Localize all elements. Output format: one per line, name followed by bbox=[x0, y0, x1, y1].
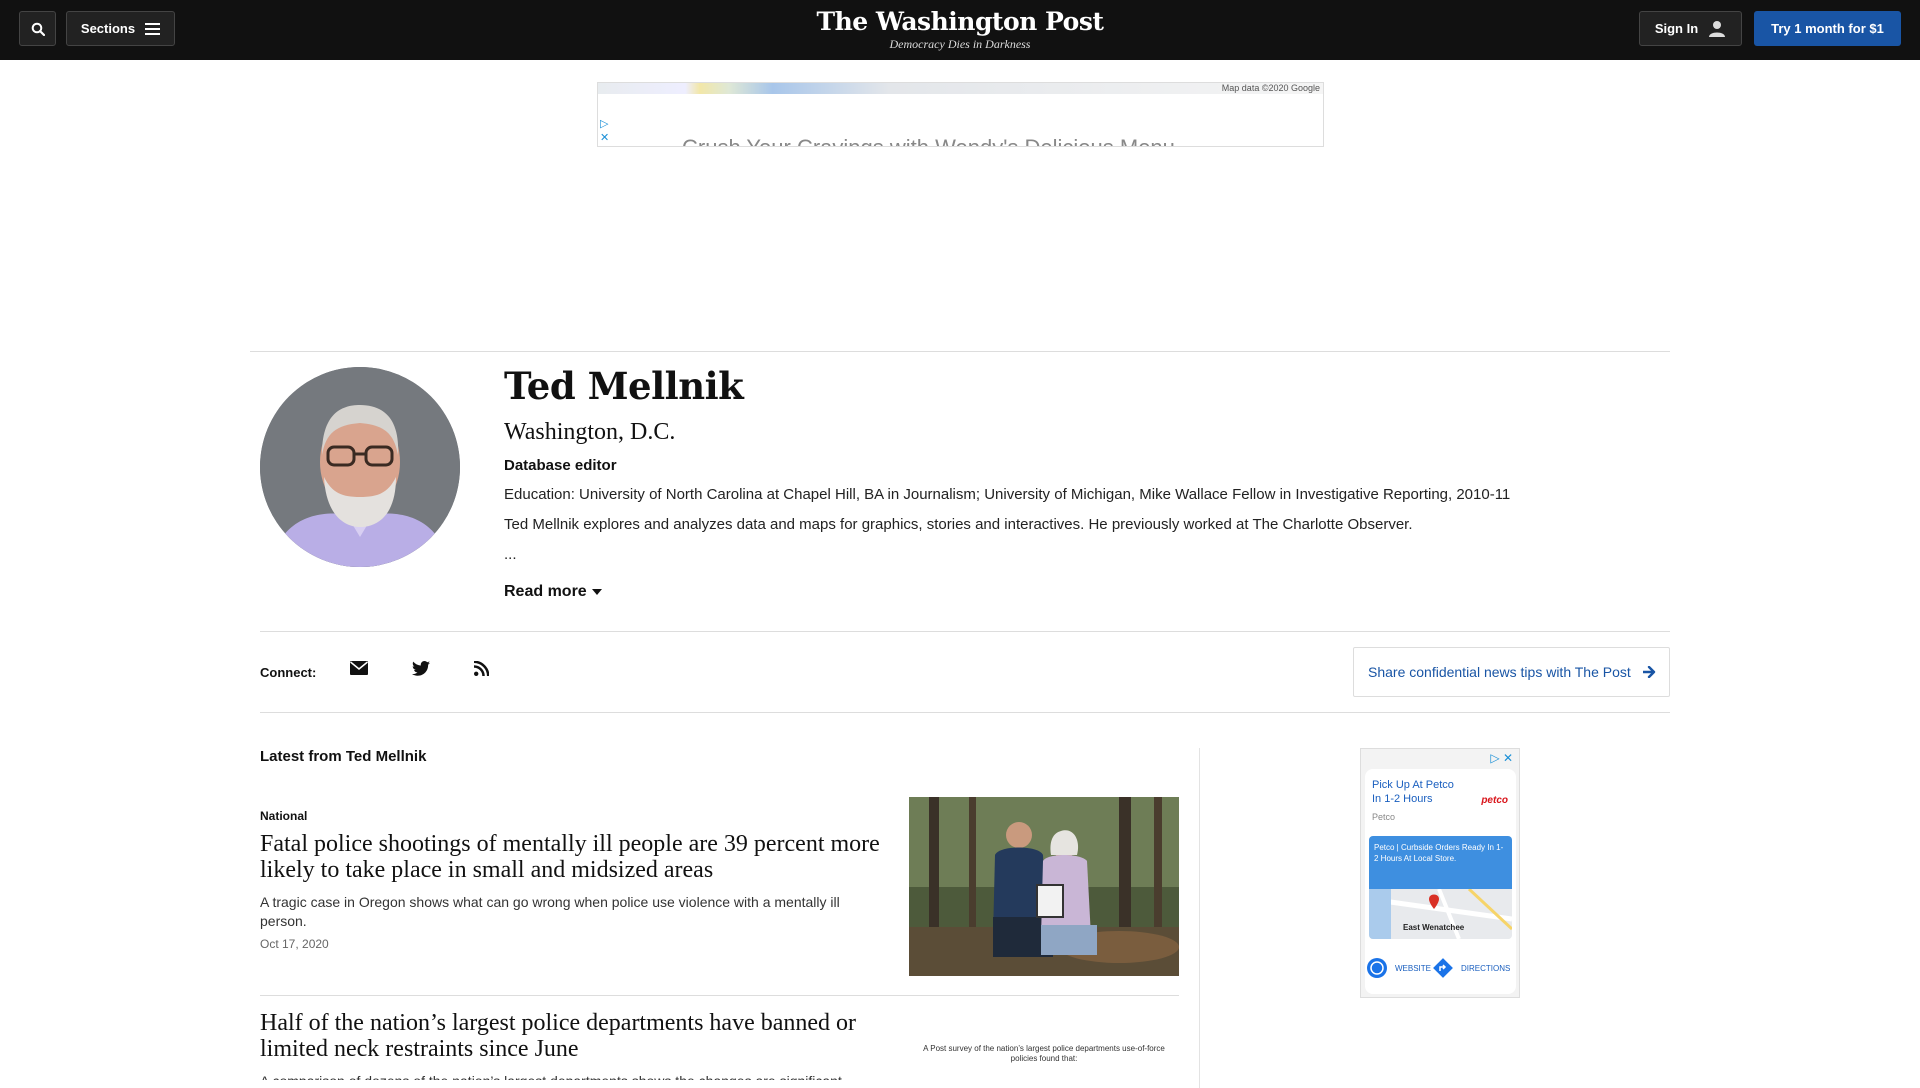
ad-website-link[interactable]: WEBSITE bbox=[1395, 964, 1431, 973]
rss-icon bbox=[473, 660, 490, 677]
ad-brand: Petco bbox=[1372, 812, 1396, 822]
article-title[interactable]: Half of the nation’s largest police depa… bbox=[260, 1010, 885, 1062]
search-icon bbox=[31, 22, 45, 36]
article-blurb: A comparison of dozens of the nation’s l… bbox=[260, 1072, 870, 1080]
twitter-icon bbox=[412, 661, 430, 676]
article-title[interactable]: Fatal police shootings of mentally ill p… bbox=[260, 831, 885, 883]
article-kicker[interactable]: National bbox=[260, 809, 307, 823]
email-icon bbox=[350, 661, 368, 675]
ad-text: Crush Your Cravings with Wendy's Delicio… bbox=[682, 135, 1175, 146]
ad-headline[interactable]: Pick Up At Petco In 1-2 Hours bbox=[1372, 778, 1462, 806]
news-tips-label: Share confidential news tips with The Po… bbox=[1368, 664, 1631, 680]
subscribe-button[interactable]: Try 1 month for $1 bbox=[1754, 11, 1901, 46]
ad-choices[interactable]: ▷ ✕ bbox=[600, 117, 609, 145]
read-more-label: Read more bbox=[504, 583, 587, 600]
author-location: Washington, D.C. bbox=[504, 419, 676, 445]
read-more-button[interactable]: Read more bbox=[504, 583, 602, 601]
search-button[interactable] bbox=[19, 11, 56, 46]
close-icon[interactable]: ✕ bbox=[600, 131, 609, 145]
news-tips-link[interactable]: Share confidential news tips with The Po… bbox=[1353, 647, 1670, 697]
column-divider bbox=[1199, 748, 1200, 1088]
author-role: Database editor bbox=[504, 457, 617, 474]
top-navigation-bar: Sections The Washington Post Democracy D… bbox=[0, 0, 1920, 60]
twitter-link[interactable] bbox=[412, 661, 430, 681]
ad-map-credit: Map data ©2020 Google bbox=[1221, 83, 1320, 93]
article-blurb: A tragic case in Oregon shows what can g… bbox=[260, 894, 840, 929]
petco-logo: petco bbox=[1481, 795, 1508, 806]
author-education: Education: University of North Carolina … bbox=[504, 486, 1511, 503]
author-photo bbox=[260, 367, 460, 567]
author-name: Ted Mellnik bbox=[504, 364, 744, 408]
ad-map-strip bbox=[598, 83, 1323, 94]
arrow-right-icon bbox=[1642, 666, 1655, 678]
divider bbox=[260, 712, 1670, 713]
rss-link[interactable] bbox=[473, 660, 490, 681]
user-icon bbox=[1709, 20, 1726, 37]
ad-promo: Petco | Curbside Orders Ready In 1-2 Hou… bbox=[1369, 836, 1512, 889]
ad-directions-link[interactable]: DIRECTIONS bbox=[1461, 964, 1510, 973]
directions-icon[interactable] bbox=[1433, 958, 1453, 978]
divider bbox=[260, 995, 1179, 996]
sign-in-button[interactable]: Sign In bbox=[1639, 11, 1742, 46]
divider bbox=[260, 631, 1670, 632]
masthead-tagline: Democracy Dies in Darkness bbox=[889, 37, 1031, 51]
ad-actions: WEBSITE DIRECTIONS bbox=[1365, 953, 1516, 983]
masthead-logo[interactable]: The Washington Post Democracy Dies in Da… bbox=[760, 8, 1160, 52]
ad-map-city: East Wenatchee bbox=[1403, 923, 1465, 932]
sign-in-label: Sign In bbox=[1654, 21, 1699, 36]
ad-map[interactable]: East Wenatchee bbox=[1369, 889, 1512, 939]
article-image-caption: A Post survey of the nation’s largest po… bbox=[923, 1044, 1165, 1063]
sections-menu-button[interactable]: Sections bbox=[66, 11, 175, 46]
hamburger-icon bbox=[145, 22, 161, 35]
author-bio: Ted Mellnik explores and analyzes data a… bbox=[504, 516, 1413, 533]
divider bbox=[250, 351, 1670, 352]
latest-heading: Latest from Ted Mellnik bbox=[260, 748, 427, 765]
caret-down-icon bbox=[591, 589, 602, 595]
globe-icon[interactable] bbox=[1367, 958, 1387, 978]
side-advertisement[interactable]: ▷ ✕ Pick Up At Petco In 1-2 Hours petco … bbox=[1360, 748, 1520, 998]
ad-card[interactable]: Pick Up At Petco In 1-2 Hours petco Petc… bbox=[1365, 769, 1516, 994]
adchoices-icon[interactable]: ▷ bbox=[600, 117, 609, 131]
connect-label: Connect: bbox=[260, 665, 317, 680]
article-image[interactable]: A Post survey of the nation’s largest po… bbox=[909, 1012, 1179, 1080]
masthead-name: The Washington Post bbox=[816, 7, 1104, 36]
email-link[interactable] bbox=[350, 661, 368, 680]
adchoices-icon[interactable]: ▷ ✕ bbox=[1490, 751, 1513, 765]
top-advertisement[interactable]: Map data ©2020 Google ▷ ✕ Crush Your Cra… bbox=[597, 82, 1324, 147]
article-date: Oct 17, 2020 bbox=[260, 937, 329, 951]
author-bio-ellipsis: ... bbox=[504, 546, 517, 563]
article-image[interactable] bbox=[909, 797, 1179, 976]
sections-label: Sections bbox=[80, 21, 136, 36]
